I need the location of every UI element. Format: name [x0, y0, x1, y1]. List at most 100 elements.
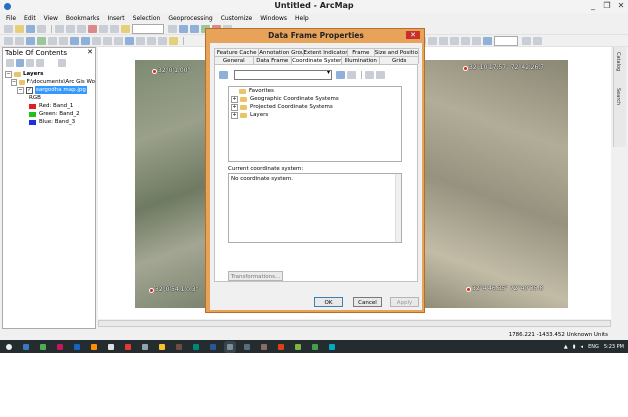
app-icon[interactable] — [74, 343, 80, 350]
close-button[interactable]: ✕ — [614, 0, 628, 11]
ok-button[interactable]: OK — [314, 297, 343, 307]
word-icon[interactable] — [210, 343, 216, 350]
menu-view[interactable]: View — [44, 15, 58, 22]
apply-button[interactable]: Apply — [390, 297, 419, 307]
tray-arrow-icon[interactable]: ▲ — [564, 344, 568, 350]
pan-icon[interactable] — [26, 37, 35, 45]
undo-icon[interactable] — [99, 25, 108, 33]
list-by-visibility-icon[interactable] — [26, 59, 34, 67]
filter-icon[interactable] — [219, 71, 228, 79]
paste-icon[interactable] — [77, 25, 86, 33]
volume-icon[interactable]: ◂ — [581, 344, 584, 350]
toggle-draft-mode-icon[interactable] — [522, 37, 531, 45]
layout-zoom-input[interactable] — [494, 36, 518, 46]
html-popup-icon[interactable] — [169, 37, 178, 45]
focus-data-frame-icon[interactable] — [533, 37, 542, 45]
layer-visibility-checkbox[interactable]: ✓ — [26, 86, 33, 94]
red-band-swatch[interactable] — [29, 103, 36, 109]
folder-icon[interactable] — [159, 343, 165, 350]
collapse-icon[interactable]: − — [11, 78, 18, 86]
toc-window-icon[interactable] — [179, 25, 188, 33]
tab-general[interactable]: General — [214, 56, 254, 64]
transformations-button[interactable]: Transformations... — [228, 271, 283, 281]
app-icon[interactable] — [57, 343, 63, 350]
maximize-button[interactable]: ❐ — [600, 0, 614, 11]
menu-customize[interactable]: Customize — [221, 15, 253, 22]
layout-back-icon[interactable] — [461, 37, 470, 45]
firefox-icon[interactable] — [91, 343, 97, 350]
app-icon[interactable] — [295, 343, 301, 350]
editor-toolbar-icon[interactable] — [168, 25, 177, 33]
identify-icon[interactable] — [125, 37, 134, 45]
skype-icon[interactable] — [329, 343, 335, 350]
select-features-icon[interactable] — [92, 37, 101, 45]
menu-geoprocessing[interactable]: Geoprocessing — [168, 15, 212, 22]
network-icon[interactable]: ▮ — [573, 344, 576, 350]
tab-coordinate-system[interactable]: Coordinate System — [291, 56, 342, 64]
measure-icon[interactable] — [147, 37, 156, 45]
tab-feature-cache[interactable]: Feature Cache — [214, 48, 260, 56]
search-icon[interactable] — [336, 71, 345, 79]
blue-band-swatch[interactable] — [29, 119, 36, 125]
menu-edit[interactable]: Edit — [24, 15, 36, 22]
expand-icon[interactable]: + — [231, 95, 238, 103]
tab-data-frame[interactable]: Data Frame — [252, 56, 293, 64]
tab-illumination[interactable]: Illumination — [340, 56, 381, 64]
zoom-out-icon[interactable] — [15, 37, 24, 45]
tab-size-and-position[interactable]: Size and Position — [373, 48, 420, 56]
copy-icon[interactable] — [66, 25, 75, 33]
tab-grids[interactable]: Grids — [379, 56, 419, 64]
app-icon[interactable] — [142, 343, 148, 350]
forward-extent-icon[interactable] — [81, 37, 90, 45]
menu-help[interactable]: Help — [295, 15, 309, 22]
zoom-percent-icon[interactable] — [483, 37, 492, 45]
select-elements-icon[interactable] — [114, 37, 123, 45]
tree-item-layers[interactable]: + Layers — [229, 111, 401, 119]
add-to-favorites-icon[interactable] — [376, 71, 385, 79]
menu-windows[interactable]: Windows — [260, 15, 287, 22]
collapse-icon[interactable]: − — [5, 70, 12, 78]
list-by-source-icon[interactable] — [16, 59, 24, 67]
green-band-swatch[interactable] — [29, 111, 36, 117]
app-icon[interactable] — [244, 343, 250, 350]
details-scrollbar[interactable] — [395, 174, 401, 242]
app-icon[interactable] — [176, 343, 182, 350]
clear-search-icon[interactable] — [347, 71, 356, 79]
delete-icon[interactable] — [88, 25, 97, 33]
clock[interactable]: 5:23 PM — [604, 344, 624, 350]
toc-options-icon[interactable] — [58, 59, 66, 67]
redo-icon[interactable] — [110, 25, 119, 33]
zoom-whole-page-icon[interactable] — [450, 37, 459, 45]
expand-icon[interactable]: + — [231, 103, 238, 111]
arcmap-taskbar-icon[interactable] — [227, 343, 233, 350]
fixed-zoom-in-icon[interactable] — [48, 37, 57, 45]
clear-selection-icon[interactable] — [103, 37, 112, 45]
language-indicator[interactable]: ENG — [588, 344, 599, 350]
catalog-tab[interactable]: Catalog — [615, 52, 621, 71]
expand-icon[interactable]: + — [231, 111, 238, 119]
layers-node[interactable]: − Layers — [5, 70, 95, 78]
tree-item-geographic[interactable]: + Geographic Coordinate Systems — [229, 95, 401, 103]
ie-icon[interactable] — [23, 343, 29, 350]
app-icon[interactable] — [261, 343, 267, 350]
chrome-icon[interactable] — [108, 343, 114, 350]
layout-zoom-out-icon[interactable] — [428, 37, 437, 45]
open-folder-icon[interactable] — [15, 25, 24, 33]
start-icon[interactable] — [6, 343, 12, 350]
cut-icon[interactable] — [55, 25, 64, 33]
back-extent-icon[interactable] — [70, 37, 79, 45]
tab-annotation-groups[interactable]: Annotation Groups — [258, 48, 304, 56]
app-icon[interactable] — [312, 343, 318, 350]
cancel-button[interactable]: Cancel — [353, 297, 382, 307]
layer-node[interactable]: − ✓ sargodha map.jpg — [5, 86, 95, 94]
catalog-window-icon[interactable] — [190, 25, 199, 33]
list-by-drawing-order-icon[interactable] — [6, 59, 14, 67]
tab-extent-indicators[interactable]: Extent Indicators — [302, 48, 348, 56]
print-icon[interactable] — [37, 25, 46, 33]
dialog-close-button[interactable]: ✕ — [406, 31, 420, 39]
zoom-in-icon[interactable] — [4, 37, 13, 45]
menu-selection[interactable]: Selection — [133, 15, 161, 22]
search-combobox[interactable] — [234, 69, 332, 80]
app-icon[interactable] — [40, 343, 46, 350]
save-icon[interactable] — [26, 25, 35, 33]
